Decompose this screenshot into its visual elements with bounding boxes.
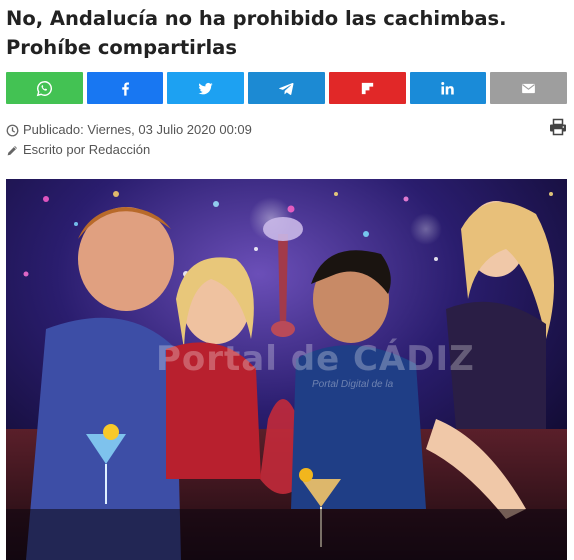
twitter-icon [198,82,213,94]
whatsapp-icon [36,80,52,96]
share-flipboard-button[interactable] [328,72,406,104]
image-watermark-subtitle: Portal Digital de la [312,379,394,390]
share-bar [6,72,568,104]
article-title: No, Andalucía no ha prohibido las cachim… [6,7,507,59]
article-image: Portal de CÁDIZ Portal Digital de la [6,179,567,560]
pencil-icon [7,145,17,155]
linkedin-icon [441,81,455,95]
email-icon [522,83,536,93]
telegram-icon [279,82,294,95]
author-text: Escrito por Redacción [23,142,151,157]
author-line: Escrito por Redacción [6,142,150,158]
print-icon[interactable] [549,118,567,136]
share-linkedin-button[interactable] [409,72,487,104]
share-email-button[interactable] [490,72,568,104]
image-watermark: Portal de CÁDIZ [156,339,475,379]
clock-icon [6,124,19,136]
share-twitter-button[interactable] [167,72,245,104]
share-telegram-button[interactable] [248,72,325,104]
publish-date: Publicado: Viernes, 03 Julio 2020 00:09 [6,122,252,138]
share-whatsapp-button[interactable] [6,72,83,104]
share-facebook-button[interactable] [86,72,164,104]
flipboard-icon [361,82,373,94]
publish-date-text: Publicado: Viernes, 03 Julio 2020 00:09 [23,122,252,137]
facebook-icon [121,81,129,96]
